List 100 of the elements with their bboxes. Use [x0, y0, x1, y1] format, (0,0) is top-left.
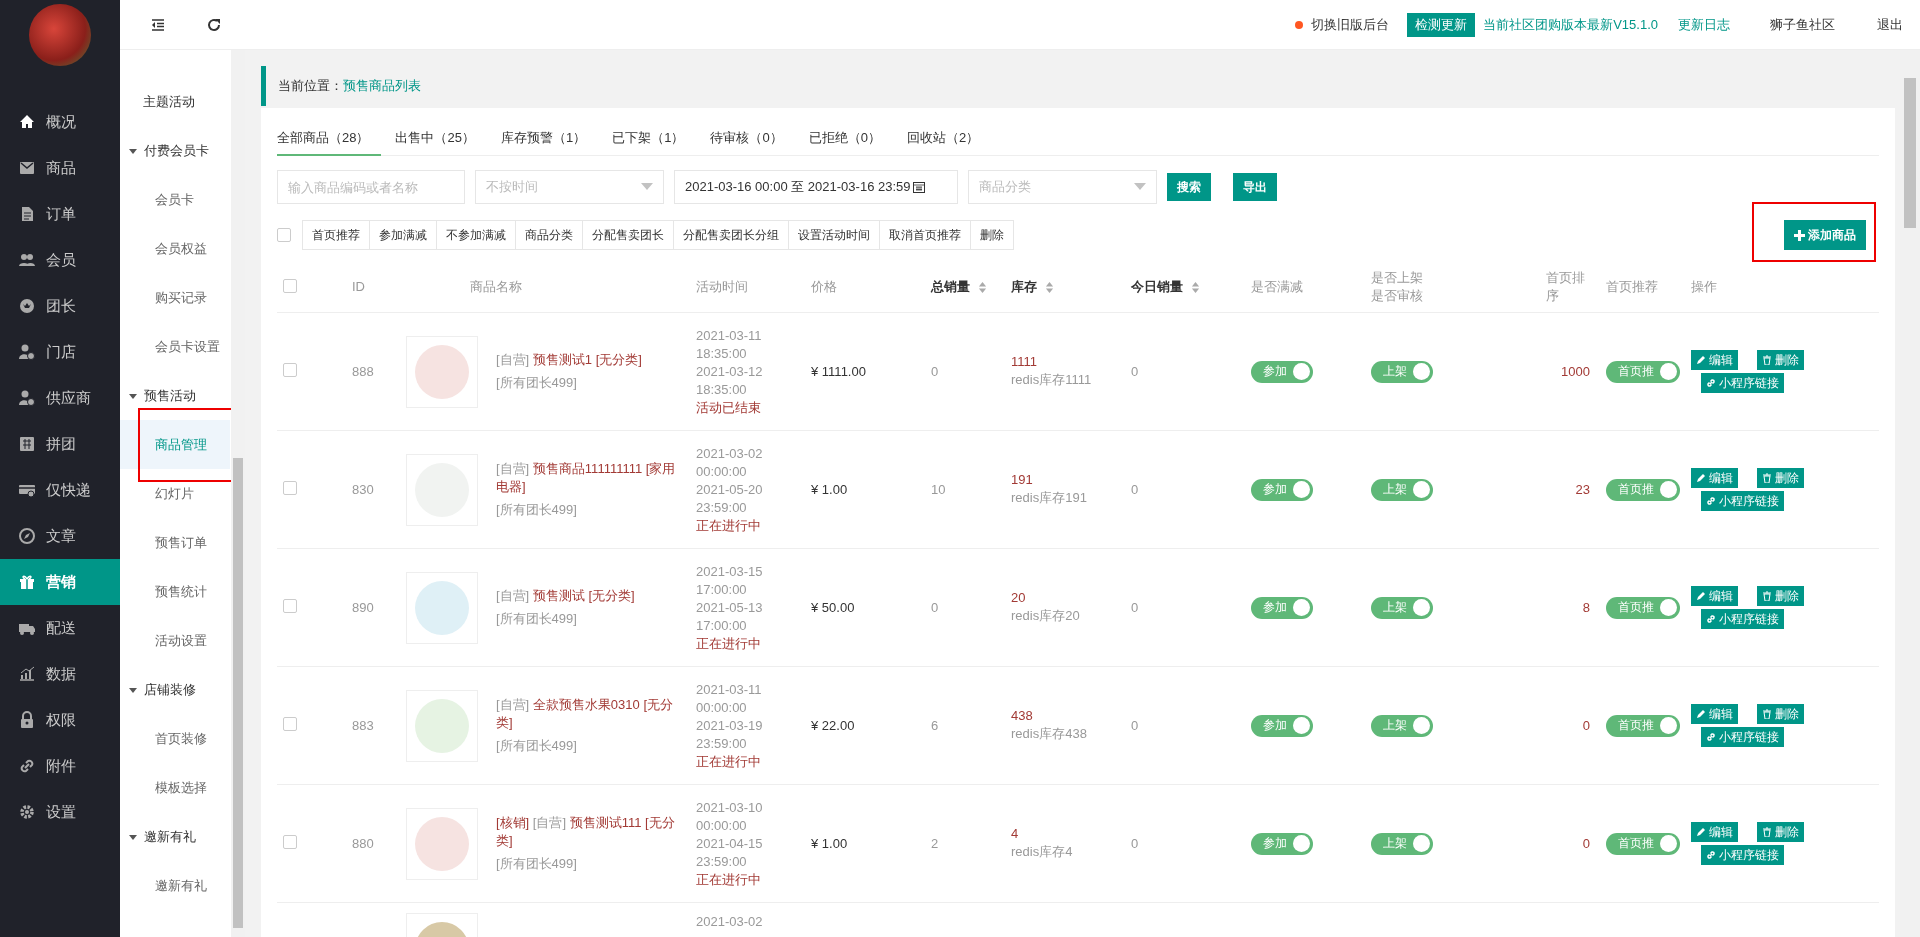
- sidebar-item[interactable]: 会员: [0, 237, 120, 283]
- sidebar-item[interactable]: 权限: [0, 697, 120, 743]
- export-button[interactable]: 导出: [1233, 173, 1277, 201]
- delete-button[interactable]: 删除: [1757, 586, 1804, 606]
- filter-tab[interactable]: 已下架（1）: [612, 122, 697, 156]
- menu-collapse-icon[interactable]: [150, 16, 166, 33]
- column-header: 是否满减: [1251, 278, 1303, 296]
- check-update-button[interactable]: 检测更新: [1407, 12, 1476, 37]
- sort-icon[interactable]: [1045, 280, 1054, 294]
- sort-icon[interactable]: [978, 280, 987, 294]
- sidebar-item[interactable]: 商品: [0, 145, 120, 191]
- batch-action-button[interactable]: 首页推荐: [302, 220, 370, 250]
- submenu-item[interactable]: 预售订单: [120, 518, 230, 567]
- submenu-item[interactable]: 邀新有礼: [120, 861, 230, 910]
- submenu-item[interactable]: 幻灯片: [120, 469, 230, 518]
- filter-tab[interactable]: 已拒绝（0）: [808, 122, 893, 156]
- sidebar-item[interactable]: 营销: [0, 559, 120, 605]
- filter-tab[interactable]: 库存预警（1）: [500, 122, 599, 156]
- submenu-item[interactable]: 首页装修: [120, 714, 230, 763]
- sidebar-item[interactable]: 订单: [0, 191, 120, 237]
- batch-action-button[interactable]: 不参加满减: [436, 220, 516, 250]
- batch-action-button[interactable]: 取消首页推荐: [879, 220, 971, 250]
- mini-program-link-button[interactable]: 小程序链接: [1701, 727, 1784, 747]
- community-name[interactable]: 狮子鱼社区: [1770, 15, 1835, 34]
- submenu-item[interactable]: 模板选择: [120, 763, 230, 812]
- submenu-item[interactable]: 会员卡设置: [120, 322, 230, 371]
- version-link[interactable]: 当前社区团购版本最新V15.1.0: [1483, 15, 1658, 34]
- sidebar-item[interactable]: 门店: [0, 329, 120, 375]
- leader-scope: [所有团长499]: [496, 855, 578, 873]
- batch-action-button[interactable]: 删除: [970, 220, 1014, 250]
- refresh-icon[interactable]: [206, 16, 222, 33]
- delete-button[interactable]: 删除: [1757, 822, 1804, 842]
- column-header: 总销量: [931, 278, 970, 296]
- filter-tab[interactable]: 回收站（2）: [906, 122, 992, 156]
- batch-action-button[interactable]: 设置活动时间: [788, 220, 880, 250]
- checkbox[interactable]: [283, 481, 297, 495]
- submenu-item[interactable]: 会员权益: [120, 224, 230, 273]
- breadcrumb-link[interactable]: 预售商品列表: [343, 77, 421, 95]
- checkbox[interactable]: [283, 717, 297, 731]
- scrollbar-thumb[interactable]: [233, 458, 243, 928]
- delete-button[interactable]: 删除: [1757, 350, 1804, 370]
- checkbox[interactable]: [277, 228, 291, 242]
- gift-icon: [18, 573, 36, 591]
- sidebar-item[interactable]: 设置: [0, 789, 120, 835]
- start-time: 2021-03-11 18:35:00: [696, 326, 763, 363]
- logout-link[interactable]: 退出: [1877, 15, 1903, 34]
- keyword-search-field[interactable]: 输入商品编码或者名称: [277, 170, 465, 204]
- crown-icon: [18, 297, 36, 315]
- batch-action-button[interactable]: 商品分类: [515, 220, 583, 250]
- edit-button[interactable]: 编辑: [1691, 468, 1738, 488]
- submenu-group[interactable]: 邀新有礼: [120, 812, 230, 861]
- add-product-button[interactable]: 添加商品: [1784, 220, 1866, 250]
- sort-order: 1000: [1561, 364, 1590, 379]
- submenu-item[interactable]: 活动设置: [120, 616, 230, 665]
- edit-button[interactable]: 编辑: [1691, 586, 1738, 606]
- edit-button[interactable]: 编辑: [1691, 822, 1738, 842]
- mini-program-link-button[interactable]: 小程序链接: [1701, 609, 1784, 629]
- sidebar-item[interactable]: 数据: [0, 651, 120, 697]
- submenu-group[interactable]: 店铺装修: [120, 665, 230, 714]
- submenu-item[interactable]: 主题活动: [120, 77, 230, 126]
- checkbox[interactable]: [283, 835, 297, 849]
- delete-button[interactable]: 删除: [1757, 468, 1804, 488]
- mini-program-link-button[interactable]: 小程序链接: [1701, 373, 1784, 393]
- scrollbar-thumb[interactable]: [1904, 78, 1916, 228]
- edit-button[interactable]: 编辑: [1691, 704, 1738, 724]
- batch-action-button[interactable]: 分配售卖团长: [582, 220, 674, 250]
- search-button[interactable]: 搜索: [1167, 173, 1211, 201]
- submenu-item[interactable]: 会员卡: [120, 175, 230, 224]
- submenu-item[interactable]: 预售统计: [120, 567, 230, 616]
- filter-tab[interactable]: 出售中（25）: [395, 122, 487, 156]
- sidebar-item[interactable]: 概况: [0, 99, 120, 145]
- changelog-link[interactable]: 更新日志: [1678, 15, 1730, 34]
- switch-old-version-link[interactable]: 切换旧版后台: [1311, 15, 1390, 34]
- sidebar-item[interactable]: 团长: [0, 283, 120, 329]
- sidebar-item[interactable]: 拼团: [0, 421, 120, 467]
- mini-program-link-button[interactable]: 小程序链接: [1701, 491, 1784, 511]
- trash-icon: [1762, 591, 1772, 601]
- submenu-item[interactable]: 商品管理: [120, 420, 230, 469]
- date-range-field[interactable]: 2021-03-16 00:00 至 2021-03-16 23:59: [674, 170, 958, 204]
- sidebar-item[interactable]: 附件: [0, 743, 120, 789]
- sidebar-item[interactable]: 文章: [0, 513, 120, 559]
- sort-icon[interactable]: [1191, 280, 1200, 294]
- chart-icon: [18, 665, 36, 683]
- edit-button[interactable]: 编辑: [1691, 350, 1738, 370]
- filter-tab[interactable]: 待审核（0）: [710, 122, 795, 156]
- checkbox[interactable]: [283, 363, 297, 377]
- submenu-item[interactable]: 购买记录: [120, 273, 230, 322]
- checkbox[interactable]: [283, 278, 297, 293]
- submenu-group[interactable]: 预售活动: [120, 371, 230, 420]
- sidebar-item[interactable]: 供应商: [0, 375, 120, 421]
- sidebar-item[interactable]: 配送: [0, 605, 120, 651]
- checkbox[interactable]: [283, 599, 297, 613]
- sidebar-item[interactable]: 仅快递: [0, 467, 120, 513]
- table-cell-text: 10: [930, 482, 947, 497]
- delete-button[interactable]: 删除: [1757, 704, 1804, 724]
- submenu-group[interactable]: 付费会员卡: [120, 126, 230, 175]
- mini-program-link-button[interactable]: 小程序链接: [1701, 845, 1784, 865]
- batch-action-button[interactable]: 分配售卖团长分组: [673, 220, 789, 250]
- filter-tab[interactable]: 全部商品（28）: [277, 122, 382, 156]
- batch-action-button[interactable]: 参加满减: [369, 220, 437, 250]
